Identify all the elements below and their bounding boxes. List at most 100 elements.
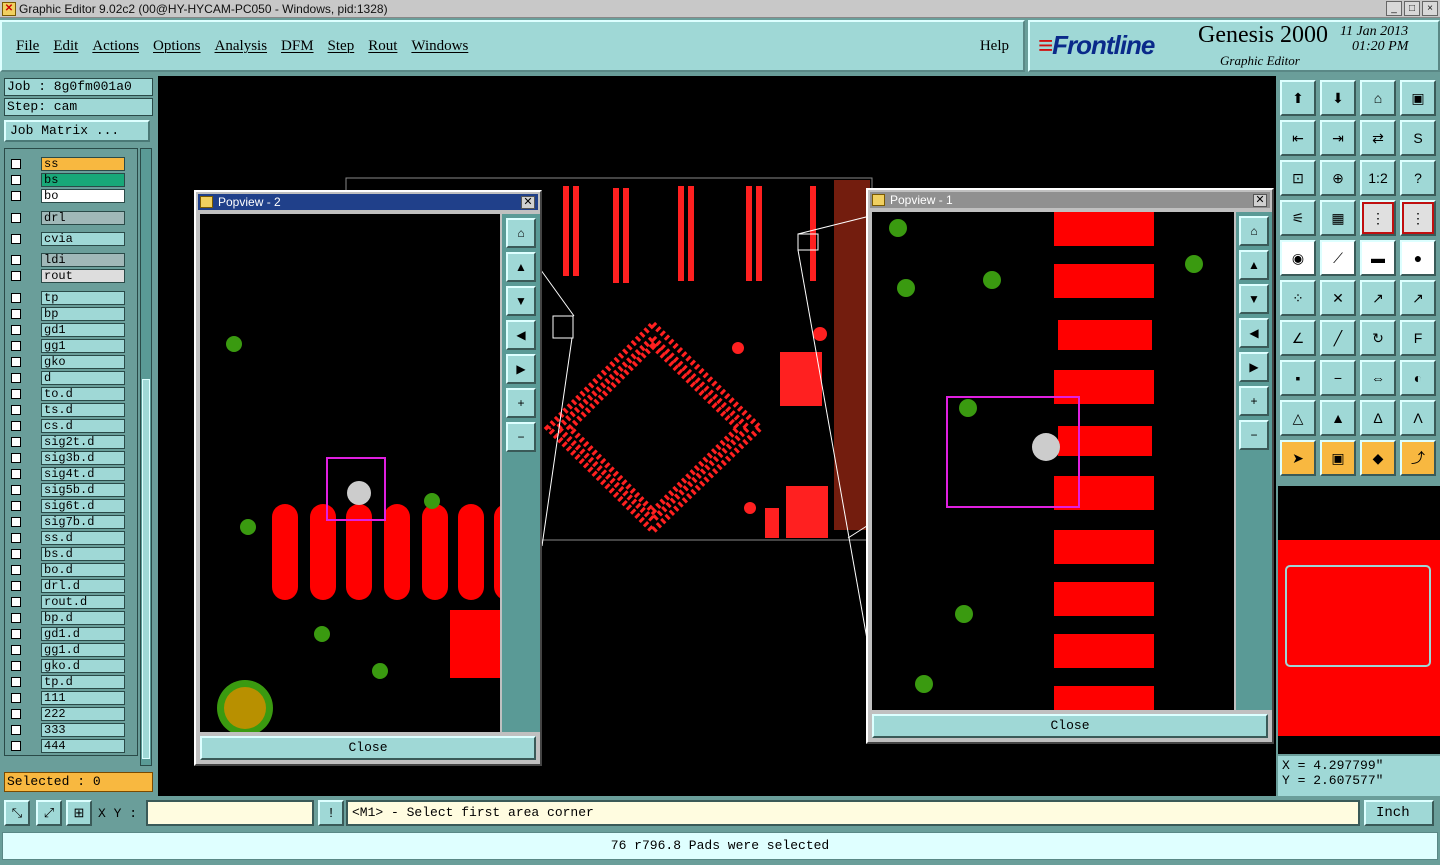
layer-checkbox[interactable] xyxy=(11,405,21,415)
menu-dfm[interactable]: DFM xyxy=(281,38,314,55)
pointer-diamond-icon[interactable]: ◆ xyxy=(1360,440,1396,476)
popview-1-titlebar[interactable]: Popview - 1 ✕ xyxy=(870,192,1270,208)
menu-rout[interactable]: Rout xyxy=(368,38,397,55)
layer-checkbox[interactable] xyxy=(11,389,21,399)
pan-up-icon[interactable]: ▲ xyxy=(1239,250,1269,280)
layer-row[interactable]: bs xyxy=(5,173,135,187)
pointer-path-icon[interactable]: ⤴ xyxy=(1400,440,1436,476)
fit-icon[interactable]: ⊡ xyxy=(1280,160,1316,196)
move-left-icon[interactable]: ⇤ xyxy=(1280,120,1316,156)
layer-checkbox[interactable] xyxy=(11,159,21,169)
ruler-icon[interactable]: ⚟ xyxy=(1280,200,1316,236)
pointer-box-icon[interactable]: ▣ xyxy=(1320,440,1356,476)
pointer-icon[interactable]: ➤ xyxy=(1280,440,1316,476)
layer-checkbox[interactable] xyxy=(11,421,21,431)
layer-row[interactable]: rout xyxy=(5,269,135,283)
layer-row[interactable]: cs.d xyxy=(5,419,135,433)
popview-2-close-button[interactable]: Close xyxy=(200,736,536,760)
mirror-icon[interactable]: F xyxy=(1400,320,1436,356)
layer-row[interactable]: gg1 xyxy=(5,339,135,353)
move-right-icon[interactable]: ⇥ xyxy=(1320,120,1356,156)
layer-row[interactable]: bp xyxy=(5,307,135,321)
menu-windows[interactable]: Windows xyxy=(411,38,468,55)
pan-down-icon[interactable]: ▼ xyxy=(506,286,536,316)
layer-checkbox[interactable] xyxy=(11,469,21,479)
layer-row[interactable]: to.d xyxy=(5,387,135,401)
layer-checkbox[interactable] xyxy=(11,501,21,511)
layer-checkbox[interactable] xyxy=(11,661,21,671)
pan-left-icon[interactable]: ◀ xyxy=(506,320,536,350)
layer-row[interactable]: 111 xyxy=(5,691,135,705)
layers-red-icon[interactable]: ⋮ xyxy=(1360,200,1396,236)
layer-row[interactable]: 444 xyxy=(5,739,135,753)
minimize-button[interactable]: _ xyxy=(1386,1,1402,16)
layer-checkbox[interactable] xyxy=(11,453,21,463)
alert-icon[interactable]: ! xyxy=(318,800,344,826)
popview-1-close-button[interactable]: Close xyxy=(872,714,1268,738)
select-icon[interactable]: ◉ xyxy=(1280,240,1316,276)
upload-icon[interactable]: ⬆ xyxy=(1280,80,1316,116)
layer-checkbox[interactable] xyxy=(11,255,21,265)
layer-row[interactable]: sig7b.d xyxy=(5,515,135,529)
layer-row[interactable]: ldi xyxy=(5,253,135,267)
layer-checkbox[interactable] xyxy=(11,645,21,655)
help-icon[interactable]: ? xyxy=(1400,160,1436,196)
layer-row[interactable]: tp xyxy=(5,291,135,305)
arrow-icon[interactable]: ↗ xyxy=(1360,280,1396,316)
layer-checkbox[interactable] xyxy=(11,213,21,223)
angle-icon[interactable]: ∠ xyxy=(1280,320,1316,356)
zoom-home-icon[interactable]: ⌂ xyxy=(1239,216,1269,246)
zoom-out-icon[interactable]: − xyxy=(1239,420,1269,450)
dim-icon[interactable]: ⇔ xyxy=(1360,360,1396,396)
layer-checkbox[interactable] xyxy=(11,677,21,687)
layer-row[interactable]: sig6t.d xyxy=(5,499,135,513)
layer-checkbox[interactable] xyxy=(11,693,21,703)
scale-icon[interactable]: 1:2 xyxy=(1360,160,1396,196)
popview-1-close-x[interactable]: ✕ xyxy=(1253,194,1267,207)
circle-icon[interactable]: ● xyxy=(1400,240,1436,276)
menu-help[interactable]: Help xyxy=(980,38,1009,55)
snap-icon[interactable]: ⤡ xyxy=(4,800,30,826)
menu-options[interactable]: Options xyxy=(153,38,201,55)
layer-checkbox[interactable] xyxy=(11,437,21,447)
layer-row[interactable]: bo xyxy=(5,189,135,203)
popview-2-close-x[interactable]: ✕ xyxy=(521,196,535,209)
measure-icon[interactable]: ▬ xyxy=(1360,240,1396,276)
layer-checkbox[interactable] xyxy=(11,341,21,351)
layer-checkbox[interactable] xyxy=(11,271,21,281)
layer-row[interactable]: ss xyxy=(5,157,135,171)
layers-red2-icon[interactable]: ⋮ xyxy=(1400,200,1436,236)
menu-edit[interactable]: Edit xyxy=(53,38,78,55)
measure-icon[interactable]: ⤢ xyxy=(36,800,62,826)
layer-checkbox[interactable] xyxy=(11,373,21,383)
units-selector[interactable]: Inch ▭ xyxy=(1364,800,1434,843)
pan-up-icon[interactable]: ▲ xyxy=(506,252,536,282)
home-icon[interactable]: ⌂ xyxy=(1360,80,1396,116)
pan-right-icon[interactable]: ▶ xyxy=(506,354,536,384)
layer-checkbox[interactable] xyxy=(11,613,21,623)
shapes-icon[interactable]: ◐ xyxy=(1400,360,1436,396)
pan-left-icon[interactable]: ◀ xyxy=(1239,318,1269,348)
layer-checkbox[interactable] xyxy=(11,485,21,495)
layer-row[interactable]: 333 xyxy=(5,723,135,737)
center-icon[interactable]: ⊕ xyxy=(1320,160,1356,196)
layer-row[interactable]: 222 xyxy=(5,707,135,721)
overview-map[interactable] xyxy=(1278,486,1440,754)
zoom-home-icon[interactable]: ⌂ xyxy=(506,218,536,248)
layer-row[interactable]: rout.d xyxy=(5,595,135,609)
pad-icon[interactable]: ▪ xyxy=(1280,360,1316,396)
layer-checkbox[interactable] xyxy=(11,293,21,303)
layer-row[interactable]: sig2t.d xyxy=(5,435,135,449)
download-icon[interactable]: ⬇ xyxy=(1320,80,1356,116)
tri4-icon[interactable]: Λ xyxy=(1400,400,1436,436)
pan-down-icon[interactable]: ▼ xyxy=(1239,284,1269,314)
close-window-button[interactable]: × xyxy=(1422,1,1438,16)
zoom-in-icon[interactable]: + xyxy=(506,388,536,418)
layer-row[interactable]: gko xyxy=(5,355,135,369)
popview-2-view[interactable] xyxy=(200,214,500,732)
dash-icon[interactable]: − xyxy=(1320,360,1356,396)
layer-checkbox[interactable] xyxy=(11,175,21,185)
layer-checkbox[interactable] xyxy=(11,533,21,543)
layer-checkbox[interactable] xyxy=(11,709,21,719)
layer-list-scrollbar[interactable] xyxy=(140,148,152,766)
